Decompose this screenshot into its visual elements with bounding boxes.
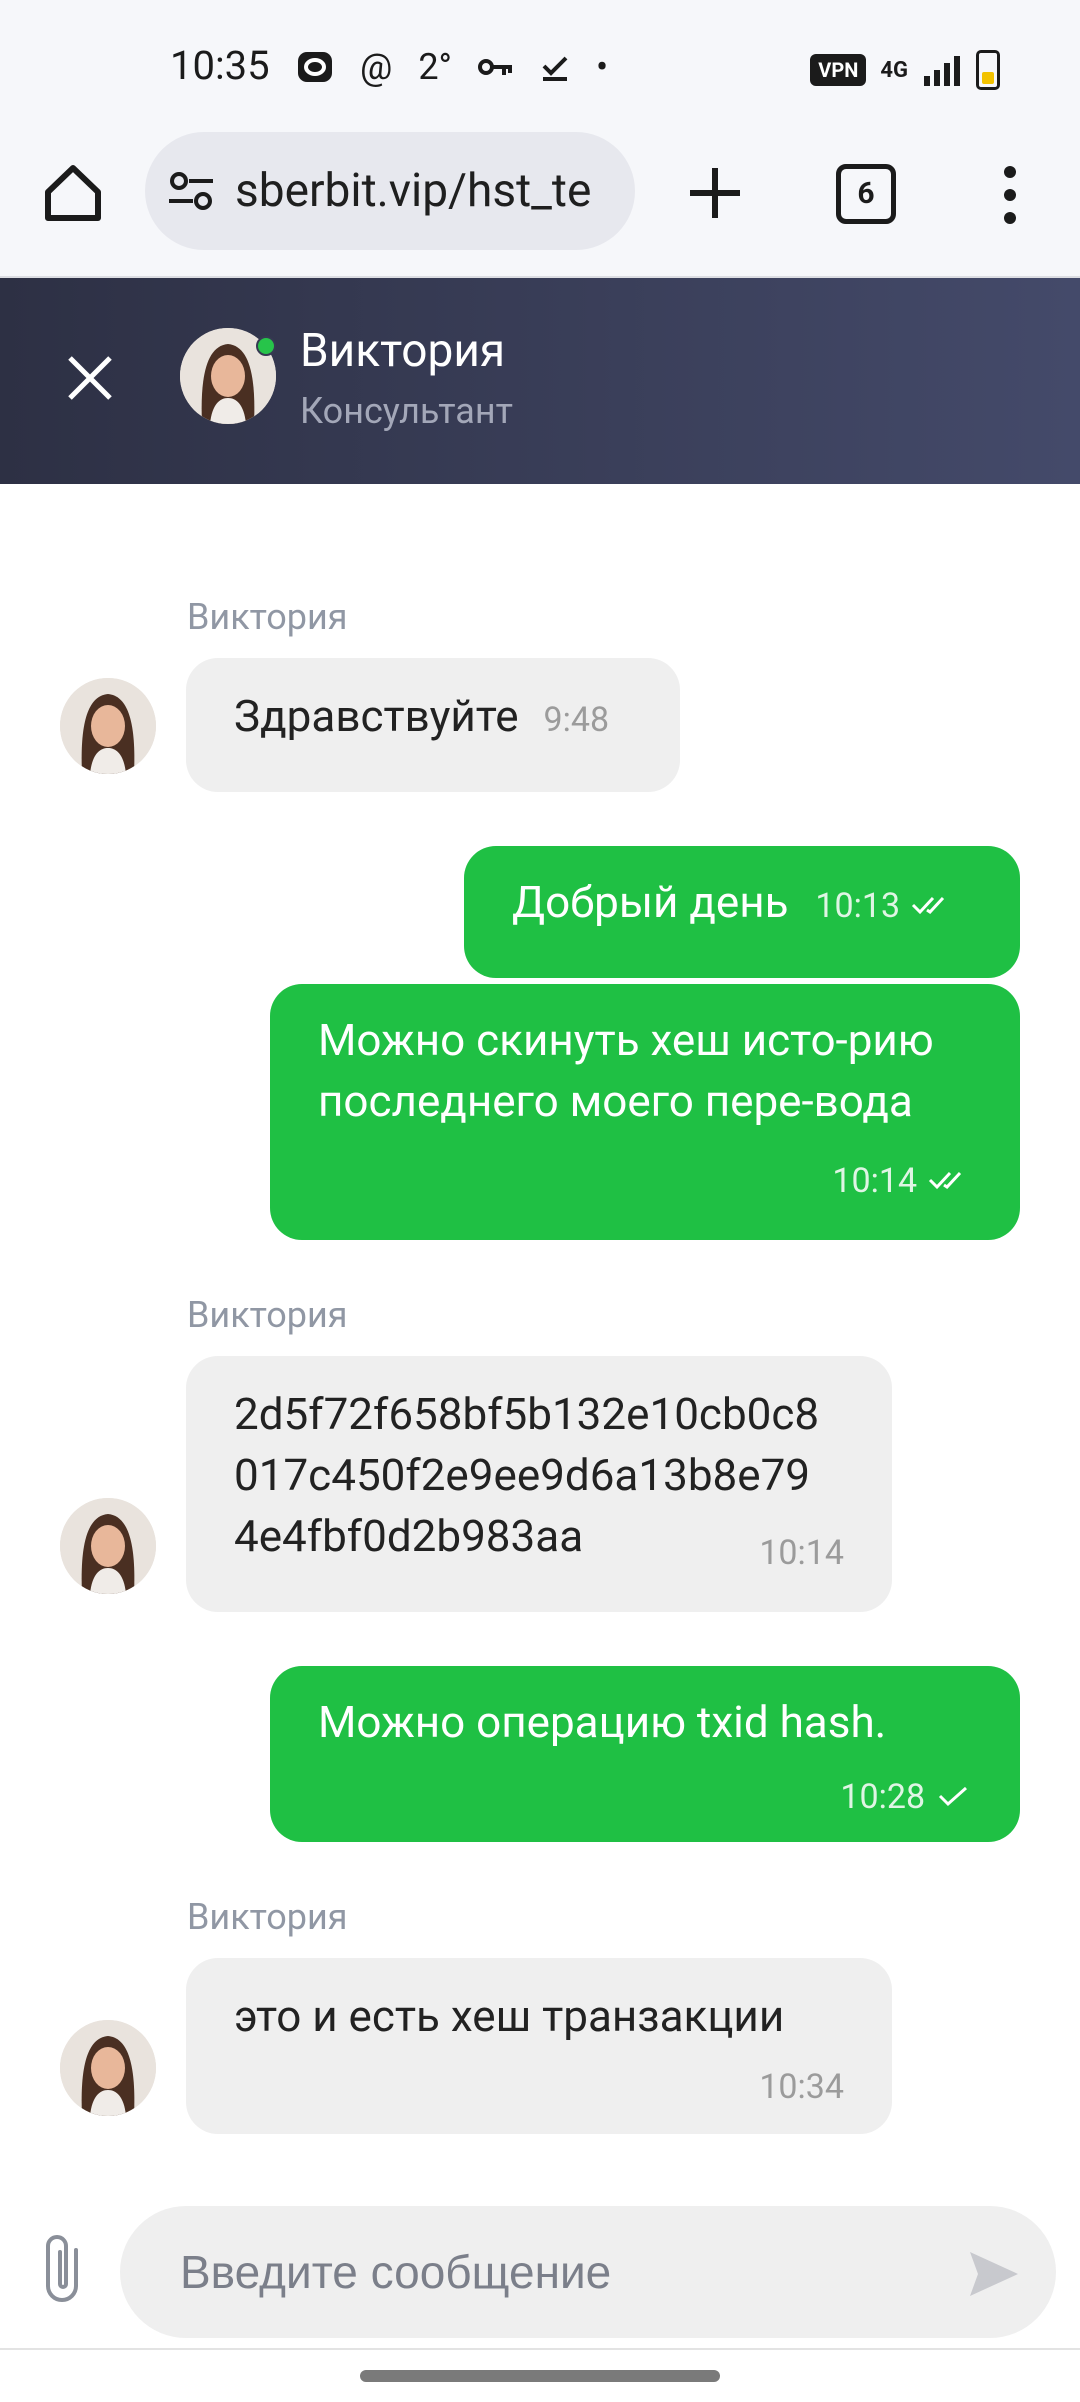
double-check-icon xyxy=(911,897,945,915)
message-text: Можно операцию txid hash. xyxy=(318,1696,887,1748)
status-bar: 10:35 @ 2° • VPN 4G xyxy=(0,0,1080,130)
battery-icon xyxy=(976,50,1000,90)
at-icon: @ xyxy=(360,46,393,88)
message-text: Добрый день xyxy=(512,876,789,928)
message-time: 9:48 xyxy=(543,700,610,740)
sender-name: Виктория xyxy=(187,596,348,638)
system-navigation-bar xyxy=(0,2348,1080,2402)
attachment-icon[interactable] xyxy=(36,2228,92,2308)
network-type: 4G xyxy=(880,57,908,83)
send-icon[interactable] xyxy=(966,2246,1022,2302)
dot-icon: • xyxy=(596,46,609,88)
sender-name: Виктория xyxy=(187,1896,348,1938)
signal-icon xyxy=(924,56,960,86)
url-text[interactable]: sberbit.vip/hst_te xyxy=(235,164,615,218)
check-icon xyxy=(542,56,568,81)
opera-icon xyxy=(298,52,332,82)
incoming-message: это и есть хеш транзакции 10:34 xyxy=(186,1958,892,2134)
avatar xyxy=(60,2020,156,2116)
overflow-menu-icon[interactable] xyxy=(980,160,1040,230)
double-check-icon xyxy=(928,1172,962,1190)
tab-switcher-button[interactable]: 6 xyxy=(836,164,896,224)
message-text: Здравствуйте xyxy=(234,690,519,742)
address-bar[interactable]: sberbit.vip/hst_te xyxy=(145,132,635,250)
message-time: 10:14 xyxy=(832,1161,918,1201)
chat-header: Виктория Консультант xyxy=(0,278,1080,484)
home-indicator[interactable] xyxy=(360,2370,720,2382)
incoming-message: Здравствуйте 9:48 xyxy=(186,658,680,792)
vpn-icon: VPN xyxy=(810,54,867,86)
message-text: это и есть хеш транзакции xyxy=(234,1990,785,2042)
new-tab-icon[interactable] xyxy=(680,158,750,228)
outgoing-message: Можно операцию txid hash. 10:28 xyxy=(270,1666,1020,1842)
avatar xyxy=(60,1498,156,1594)
site-settings-icon[interactable] xyxy=(165,165,217,217)
status-time: 10:35 xyxy=(170,42,270,89)
home-icon[interactable] xyxy=(38,158,108,228)
message-time: 10:14 xyxy=(759,1533,844,1573)
message-text: Можно скинуть хеш исто-рию последнего мо… xyxy=(318,1014,934,1127)
temperature-text: 2° xyxy=(418,46,453,88)
contact-role: Консультант xyxy=(300,390,513,432)
contact-name: Виктория xyxy=(300,324,506,378)
check-icon xyxy=(938,1787,967,1807)
system-icons: VPN 4G xyxy=(810,50,1000,90)
message-text: 2d5f72f658bf5b132e10cb0c8017c450f2e9ee9d… xyxy=(234,1388,820,1562)
message-time: 10:13 xyxy=(815,886,901,926)
browser-toolbar: sberbit.vip/hst_te 6 xyxy=(0,130,1080,278)
message-time: 10:28 xyxy=(840,1777,926,1817)
outgoing-message: Добрый день 10:13 xyxy=(464,846,1020,978)
message-time: 10:34 xyxy=(759,2067,844,2107)
key-icon xyxy=(478,59,513,75)
message-composer xyxy=(0,2188,1080,2348)
incoming-message: 2d5f72f658bf5b132e10cb0c8017c450f2e9ee9d… xyxy=(186,1356,892,1612)
close-icon[interactable] xyxy=(60,348,120,408)
message-list[interactable]: Виктория Здравствуйте 9:48 Добрый день 1… xyxy=(0,484,1080,2188)
avatar xyxy=(60,678,156,774)
notification-icons: @ 2° • xyxy=(296,46,608,88)
online-status-dot xyxy=(256,336,276,356)
outgoing-message: Можно скинуть хеш исто-рию последнего мо… xyxy=(270,984,1020,1240)
sender-name: Виктория xyxy=(187,1294,348,1336)
message-input[interactable] xyxy=(120,2206,1056,2338)
